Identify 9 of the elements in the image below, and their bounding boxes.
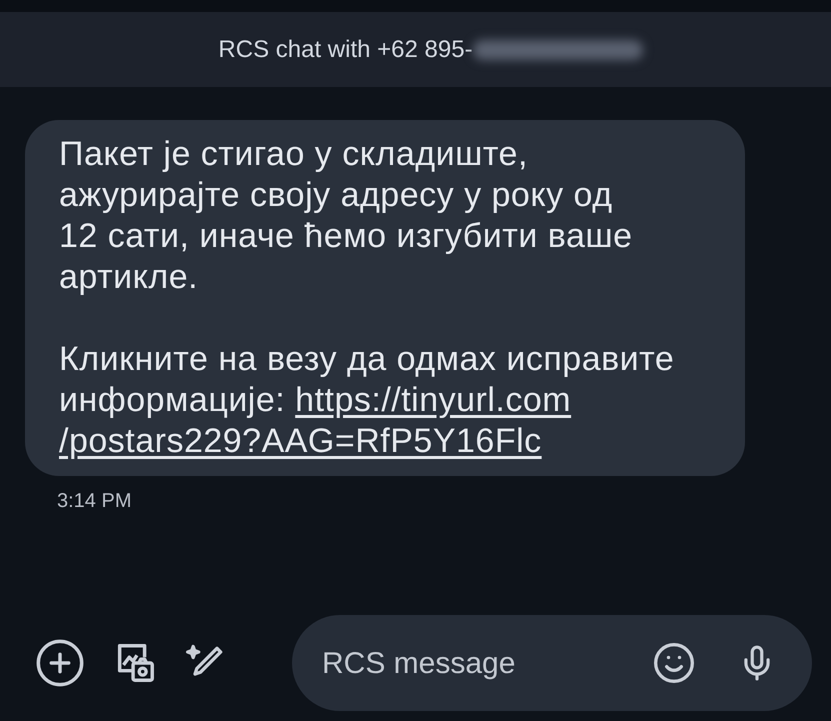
message-input[interactable]: RCS message [322, 640, 652, 686]
message-link[interactable]: /postars229?AAG=RfP5Y16Flc [59, 422, 542, 460]
message-time: 3:14 PM [57, 489, 132, 514]
message-text: Пакет је стигао у складиште, ажурирајте своју адресу у року од 12 сати, иначе ћемо изгубити ваше артикле. [59, 134, 634, 298]
message-link[interactable]: https://tinyurl.com [295, 381, 572, 419]
message-text: Кликните на везу да одмах исправите [59, 340, 674, 378]
message-text: информације: [59, 381, 286, 419]
chat-title: RCS chat with +62 895- [218, 34, 473, 64]
message-field[interactable]: RCS message [292, 615, 812, 711]
